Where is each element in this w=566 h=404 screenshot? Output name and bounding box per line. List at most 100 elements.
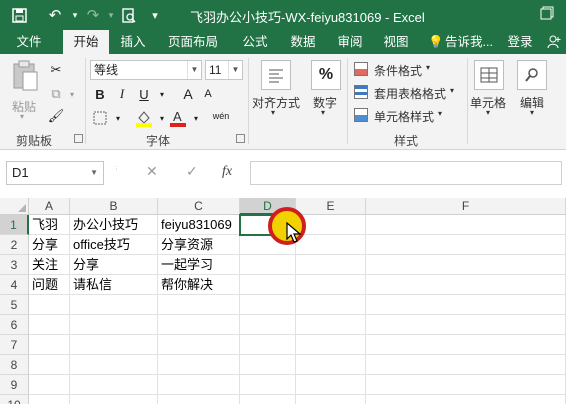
cell-c10[interactable] bbox=[158, 395, 240, 404]
customize-toolbar-icon[interactable]: ▾ bbox=[144, 4, 166, 26]
restore-window-icon[interactable] bbox=[540, 6, 556, 22]
cell-f5[interactable] bbox=[366, 295, 566, 315]
cell-d7[interactable] bbox=[240, 335, 296, 355]
row-header-4[interactable]: 4 bbox=[0, 275, 29, 295]
tab-data[interactable]: 数据 bbox=[280, 30, 326, 54]
copy-dropdown-icon[interactable]: ▾ bbox=[62, 84, 82, 104]
phonetic-guide-button[interactable]: wén bbox=[208, 106, 234, 126]
cell-e1[interactable] bbox=[296, 215, 366, 235]
formula-input[interactable] bbox=[250, 161, 562, 185]
sign-in-link[interactable]: 登录 bbox=[502, 30, 538, 54]
cell-c5[interactable] bbox=[158, 295, 240, 315]
cell-a10[interactable] bbox=[29, 395, 70, 404]
row-header-1[interactable]: 1 bbox=[0, 215, 29, 235]
cell-a4[interactable]: 问题 bbox=[29, 275, 70, 295]
font-color-dropdown-icon[interactable]: ▾ bbox=[186, 108, 206, 128]
row-header-5[interactable]: 5 bbox=[0, 295, 29, 315]
row-header-7[interactable]: 7 bbox=[0, 335, 29, 355]
row-header-10[interactable]: 10 bbox=[0, 395, 29, 404]
cell-d9[interactable] bbox=[240, 375, 296, 395]
cell-e4[interactable] bbox=[296, 275, 366, 295]
underline-dropdown-icon[interactable]: ▾ bbox=[152, 84, 172, 104]
cell-b7[interactable] bbox=[70, 335, 158, 355]
italic-button[interactable]: I bbox=[112, 84, 132, 104]
print-preview-icon[interactable] bbox=[118, 4, 140, 26]
tab-formulas[interactable]: 公式 bbox=[232, 30, 278, 54]
row-header-3[interactable]: 3 bbox=[0, 255, 29, 275]
cell-a8[interactable] bbox=[29, 355, 70, 375]
cell-e7[interactable] bbox=[296, 335, 366, 355]
cell-d6[interactable] bbox=[240, 315, 296, 335]
cell-styles-button[interactable]: 单元格样式 ▾ bbox=[354, 106, 464, 126]
cell-f1[interactable] bbox=[366, 215, 566, 235]
cell-b10[interactable] bbox=[70, 395, 158, 404]
column-header-e[interactable]: E bbox=[296, 198, 366, 215]
cell-d10[interactable] bbox=[240, 395, 296, 404]
column-header-b[interactable]: B bbox=[70, 198, 158, 215]
cell-a9[interactable] bbox=[29, 375, 70, 395]
cell-f4[interactable] bbox=[366, 275, 566, 295]
font-size-combo[interactable]: 11 ▼ bbox=[205, 60, 243, 80]
cell-c1[interactable]: feiyu831069 bbox=[158, 215, 240, 235]
fill-color-icon[interactable] bbox=[134, 108, 154, 128]
cell-e5[interactable] bbox=[296, 295, 366, 315]
drag-handle-icon[interactable]: ⋮ bbox=[114, 166, 120, 172]
cell-f8[interactable] bbox=[366, 355, 566, 375]
confirm-entry-icon[interactable]: ✓ bbox=[186, 163, 198, 180]
cell-d8[interactable] bbox=[240, 355, 296, 375]
format-as-table-button[interactable]: 套用表格格式 ▾ bbox=[354, 83, 464, 103]
font-grow-button[interactable]: A bbox=[178, 84, 198, 104]
row-header-2[interactable]: 2 bbox=[0, 235, 29, 255]
font-launcher-icon[interactable] bbox=[236, 134, 245, 143]
cells-icon[interactable] bbox=[474, 60, 504, 90]
cells-dropdown-icon[interactable]: ▾ bbox=[486, 108, 490, 117]
tab-view[interactable]: 视图 bbox=[373, 30, 419, 54]
cell-c8[interactable] bbox=[158, 355, 240, 375]
share-user-icon[interactable] bbox=[544, 30, 564, 54]
tab-file[interactable]: 文件 bbox=[6, 30, 52, 54]
tab-home[interactable]: 开始 bbox=[63, 30, 109, 54]
cell-b9[interactable] bbox=[70, 375, 158, 395]
cell-e8[interactable] bbox=[296, 355, 366, 375]
cell-c9[interactable] bbox=[158, 375, 240, 395]
cell-b8[interactable] bbox=[70, 355, 158, 375]
column-header-c[interactable]: C bbox=[158, 198, 240, 215]
cell-b2[interactable]: office技巧 bbox=[70, 235, 158, 255]
name-box[interactable]: D1 ▼ bbox=[6, 161, 104, 185]
cell-b5[interactable] bbox=[70, 295, 158, 315]
cell-a3[interactable]: 关注 bbox=[29, 255, 70, 275]
cell-c4[interactable]: 帮你解决 bbox=[158, 275, 240, 295]
cell-e2[interactable] bbox=[296, 235, 366, 255]
cell-c2[interactable]: 分享资源 bbox=[158, 235, 240, 255]
cell-e6[interactable] bbox=[296, 315, 366, 335]
column-header-a[interactable]: A bbox=[29, 198, 70, 215]
alignment-dropdown-icon[interactable]: ▾ bbox=[271, 108, 275, 117]
save-icon[interactable] bbox=[8, 4, 30, 26]
format-painter-icon[interactable]: 🖌 bbox=[46, 106, 66, 126]
cell-e10[interactable] bbox=[296, 395, 366, 404]
row-header-9[interactable]: 9 bbox=[0, 375, 29, 395]
underline-button[interactable]: U bbox=[134, 84, 154, 104]
column-header-f[interactable]: F bbox=[366, 198, 566, 215]
cell-b3[interactable]: 分享 bbox=[70, 255, 158, 275]
undo-icon[interactable]: ↶ bbox=[44, 4, 66, 26]
row-header-8[interactable]: 8 bbox=[0, 355, 29, 375]
cell-b1[interactable]: 办公小技巧 bbox=[70, 215, 158, 235]
tab-review[interactable]: 审阅 bbox=[327, 30, 373, 54]
alignment-icon[interactable] bbox=[261, 60, 291, 90]
font-shrink-button[interactable]: A bbox=[198, 84, 218, 104]
bold-button[interactable]: B bbox=[90, 84, 110, 104]
cell-c6[interactable] bbox=[158, 315, 240, 335]
conditional-formatting-button[interactable]: 条件格式 ▾ bbox=[354, 60, 464, 80]
cell-a5[interactable] bbox=[29, 295, 70, 315]
cell-f6[interactable] bbox=[366, 315, 566, 335]
tab-page-layout[interactable]: 页面布局 bbox=[160, 30, 226, 54]
cell-b6[interactable] bbox=[70, 315, 158, 335]
font-name-combo[interactable]: 等线 ▼ bbox=[90, 60, 202, 80]
row-header-6[interactable]: 6 bbox=[0, 315, 29, 335]
tell-me-box[interactable]: 💡 告诉我... bbox=[426, 30, 496, 54]
borders-icon[interactable] bbox=[90, 108, 110, 128]
cell-a2[interactable]: 分享 bbox=[29, 235, 70, 255]
cut-icon[interactable]: ✂ bbox=[46, 60, 66, 80]
cancel-entry-icon[interactable]: ✕ bbox=[146, 163, 158, 180]
